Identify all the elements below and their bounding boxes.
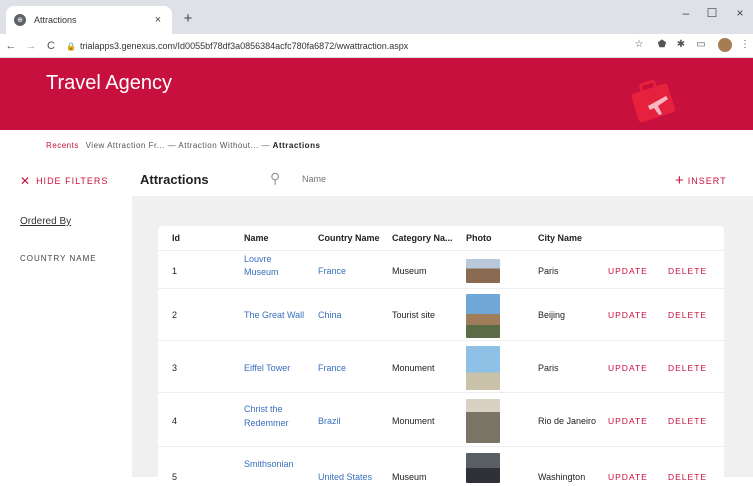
toolbar: ✕ HIDE FILTERS Attractions ⚲ + INSERT [0, 164, 753, 196]
breadcrumb-separator: — [261, 141, 270, 150]
page-title: Attractions [140, 172, 209, 187]
cell-city: Paris [538, 266, 559, 276]
cell-id: 3 [172, 363, 178, 373]
breadcrumb-separator: — [167, 141, 177, 150]
forward-arrow-icon[interactable]: → [22, 40, 40, 52]
brand-title: Travel Agency [46, 72, 172, 94]
search-icon: ⚲ [270, 170, 281, 186]
maximize-button[interactable]: ☐ [702, 6, 722, 20]
browser-tab-bar: ⊕ Attractions × + – ☐ × [0, 0, 753, 34]
filters-sidebar: Ordered By COUNTRY NAME [0, 196, 132, 477]
minimize-button[interactable]: – [676, 6, 696, 20]
cell-id: 5 [172, 472, 178, 482]
lock-icon: 🔒 [66, 41, 76, 51]
update-button[interactable]: UPDATE [608, 471, 648, 483]
cell-id: 4 [172, 416, 178, 426]
delete-button[interactable]: DELETE [668, 415, 707, 427]
browser-tab[interactable]: ⊕ Attractions × [6, 6, 172, 34]
cell-id: 1 [172, 266, 178, 276]
cell-category: Monument [392, 416, 435, 426]
cast-icon[interactable]: ▭ [694, 39, 708, 50]
delete-button[interactable]: DELETE [668, 265, 707, 277]
attraction-photo [466, 399, 500, 443]
cell-category: Museum [392, 472, 427, 482]
tab-close-icon[interactable]: × [152, 14, 164, 26]
cell-country-link[interactable]: France [318, 362, 346, 374]
table-row: 2 The Great Wall China Tourist site Beij… [158, 288, 724, 340]
cell-country-link[interactable]: France [318, 265, 346, 277]
column-header-country[interactable]: Country Name [318, 233, 380, 243]
ordered-by-label[interactable]: Ordered By [20, 216, 71, 227]
update-button[interactable]: UPDATE [608, 309, 648, 321]
search-input[interactable] [302, 170, 602, 188]
cell-name-link[interactable]: Louvre [244, 253, 272, 265]
delete-button[interactable]: DELETE [668, 362, 707, 374]
breadcrumb-item[interactable]: View Attraction Fr... [86, 141, 165, 150]
table-row: 1 Louvre Museum France Museum Paris UPDA… [158, 250, 724, 288]
plus-icon: + [675, 172, 685, 189]
attraction-photo [466, 453, 500, 483]
attractions-table: Id Name Country Name Category Na... Phot… [158, 226, 724, 486]
cell-name-link[interactable]: Christ the [244, 403, 283, 415]
cell-country-link[interactable]: United States [318, 471, 372, 483]
update-button[interactable]: UPDATE [608, 362, 648, 374]
attraction-photo [466, 294, 500, 338]
cell-category: Tourist site [392, 310, 436, 320]
main-content: Id Name Country Name Category Na... Phot… [132, 196, 753, 486]
cell-category: Museum [392, 266, 427, 276]
table-row: 3 Eiffel Tower France Monument Paris UPD… [158, 340, 724, 392]
cell-name-link[interactable]: Smithsonian [244, 458, 294, 470]
country-name-filter[interactable]: COUNTRY NAME [20, 254, 97, 263]
url-text: trialapps3.genexus.com/Id0055bf78df3a085… [80, 41, 409, 51]
column-header-city[interactable]: City Name [538, 233, 582, 243]
close-icon: ✕ [20, 174, 32, 188]
column-header-id[interactable]: Id [172, 233, 180, 243]
extension-icon[interactable]: ⬟ [655, 39, 669, 50]
table-row: 5 Smithsonian United States Museum Washi… [158, 446, 724, 486]
cell-city: Rio de Janeiro [538, 416, 597, 426]
cell-city: Paris [538, 363, 559, 373]
update-button[interactable]: UPDATE [608, 415, 648, 427]
star-icon[interactable]: ☆ [632, 39, 646, 50]
delete-button[interactable]: DELETE [668, 471, 707, 483]
delete-button[interactable]: DELETE [668, 309, 707, 321]
close-window-button[interactable]: × [730, 6, 750, 20]
cell-name-link[interactable]: Eiffel Tower [244, 362, 290, 374]
breadcrumb-recents: Recents [46, 141, 79, 150]
profile-avatar[interactable] [718, 38, 732, 52]
attraction-photo [466, 259, 500, 283]
column-header-photo: Photo [466, 233, 492, 243]
globe-icon: ⊕ [14, 14, 26, 26]
breadcrumb-item[interactable]: Attraction Without... [178, 141, 258, 150]
cell-category: Monument [392, 363, 435, 373]
cell-country-link[interactable]: China [318, 309, 342, 321]
suitcase-plane-logo-icon [631, 79, 676, 123]
reload-icon[interactable]: C [42, 40, 60, 52]
cell-country-link[interactable]: Brazil [318, 415, 341, 427]
cell-id: 2 [172, 310, 178, 320]
column-header-name[interactable]: Name [244, 233, 269, 243]
new-tab-button[interactable]: + [180, 10, 196, 27]
kebab-menu-icon[interactable]: ⋮ [738, 39, 752, 50]
hide-filters-label: HIDE FILTERS [36, 176, 109, 186]
cell-name-link[interactable]: Redemmer [244, 417, 289, 429]
attraction-photo [466, 346, 500, 390]
table-row: 4 Christ the Redemmer Brazil Monument Ri… [158, 392, 724, 446]
cell-name-link[interactable]: Museum [244, 266, 279, 278]
column-header-category[interactable]: Category Na... [392, 233, 453, 243]
cell-name-link[interactable]: The Great Wall [244, 309, 304, 321]
hide-filters-button[interactable]: ✕ HIDE FILTERS [20, 174, 108, 188]
puzzle-icon[interactable]: ✱ [674, 39, 688, 50]
insert-button[interactable]: + INSERT [675, 172, 727, 189]
breadcrumb-current: Attractions [272, 141, 321, 150]
cell-city: Beijing [538, 310, 566, 320]
breadcrumb: Recents View Attraction Fr... — Attracti… [46, 141, 320, 150]
update-button[interactable]: UPDATE [608, 265, 648, 277]
cell-city: Washington [538, 472, 586, 482]
insert-label: INSERT [687, 175, 727, 186]
app-header: Travel Agency [0, 58, 753, 130]
url-field[interactable]: 🔒 trialapps3.genexus.com/Id0055bf78df3a0… [66, 38, 656, 54]
back-arrow-icon[interactable]: ← [2, 40, 20, 52]
tab-title: Attractions [34, 15, 77, 25]
